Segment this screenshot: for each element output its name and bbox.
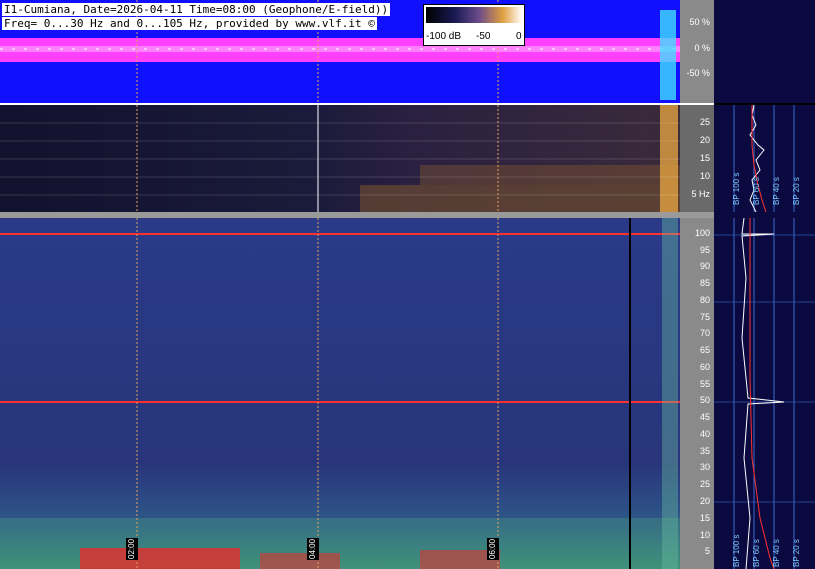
waveform-tick: 0 %	[694, 43, 710, 53]
spectro105-axis: 100 95 90 85 80 75 70 65 60 55 50 45 40 …	[680, 218, 714, 569]
spectro30-tick: 15	[699, 153, 710, 163]
legend-min-label: -100 dB	[426, 31, 462, 42]
spectrogram-30hz	[0, 105, 680, 212]
bp-label: BP 100 s	[732, 172, 741, 205]
legend-mid-label: -50	[476, 31, 491, 42]
header-title: I1-Cumiana, Date=2026-04-11 Time=08:00 (…	[2, 3, 391, 16]
time-label: 04:00	[307, 537, 319, 560]
spectro30-tick: 5 Hz	[691, 189, 710, 199]
waveform-tick: 50 %	[689, 17, 710, 27]
spectro105-tick: 100	[694, 228, 710, 238]
time-label: 02:00	[126, 537, 138, 560]
spectrogram-30hz-features	[0, 105, 680, 212]
side-panel-30hz: BP 100 s BP 60 s BP 40 s BP 20 s	[714, 105, 815, 212]
spectro105-tick: 70	[699, 328, 710, 338]
spectro105-tick: 10	[699, 530, 710, 540]
bp-label: BP 60 s	[752, 177, 761, 205]
spectro105-tick: 5	[704, 546, 710, 556]
spectro105-tick: 80	[699, 295, 710, 305]
waveform-axis: 50 % 0 % -50 %	[680, 0, 714, 103]
side-spectrum-105hz	[714, 218, 815, 569]
bp-label: BP 100 s	[732, 534, 741, 567]
bp-label: BP 20 s	[792, 177, 801, 205]
header-frequency: Freq= 0...30 Hz and 0...105 Hz, provided…	[2, 17, 377, 30]
bp-label: BP 60 s	[752, 539, 761, 567]
spectro30-tick: 10	[699, 171, 710, 181]
bp-label: BP 20 s	[792, 539, 801, 567]
bp-label: BP 40 s	[772, 177, 781, 205]
spectro105-tick: 40	[699, 429, 710, 439]
waveform-panel: I1-Cumiana, Date=2026-04-11 Time=08:00 (…	[0, 0, 680, 103]
side-panel-top	[714, 0, 815, 103]
waveform-tick: -50 %	[686, 68, 710, 78]
spectro105-tick: 45	[699, 412, 710, 422]
spectro105-tick: 65	[699, 345, 710, 355]
spectro105-tick: 15	[699, 513, 710, 523]
spectro105-tick: 75	[699, 312, 710, 322]
spectro105-tick: 50	[699, 395, 710, 405]
spectro105-tick: 25	[699, 479, 710, 489]
time-label: 06:00	[487, 537, 499, 560]
side-panel-105hz: BP 100 s BP 60 s BP 40 s BP 20 s	[714, 218, 815, 569]
spectro30-tick: 25	[699, 117, 710, 127]
spectro105-tick: 55	[699, 379, 710, 389]
spectro105-tick: 20	[699, 496, 710, 506]
spectro105-tick: 30	[699, 462, 710, 472]
spectro30-axis: 25 20 15 10 5 Hz	[680, 105, 714, 212]
color-scale-legend: -100 dB -50 0	[423, 4, 525, 46]
vlf-monitor-screen: I1-Cumiana, Date=2026-04-11 Time=08:00 (…	[0, 0, 815, 569]
spectrogram-105hz: 02:00 04:00 06:00	[0, 218, 680, 569]
spectrogram-105hz-features	[0, 218, 680, 569]
legend-max-label: 0	[516, 31, 522, 42]
spectro105-tick: 35	[699, 446, 710, 456]
spectro30-tick: 20	[699, 135, 710, 145]
spectro105-tick: 95	[699, 245, 710, 255]
spectro105-tick: 60	[699, 362, 710, 372]
spectro105-tick: 85	[699, 278, 710, 288]
bp-label: BP 40 s	[772, 539, 781, 567]
color-scale-bar	[426, 7, 522, 23]
spectro105-tick: 90	[699, 261, 710, 271]
